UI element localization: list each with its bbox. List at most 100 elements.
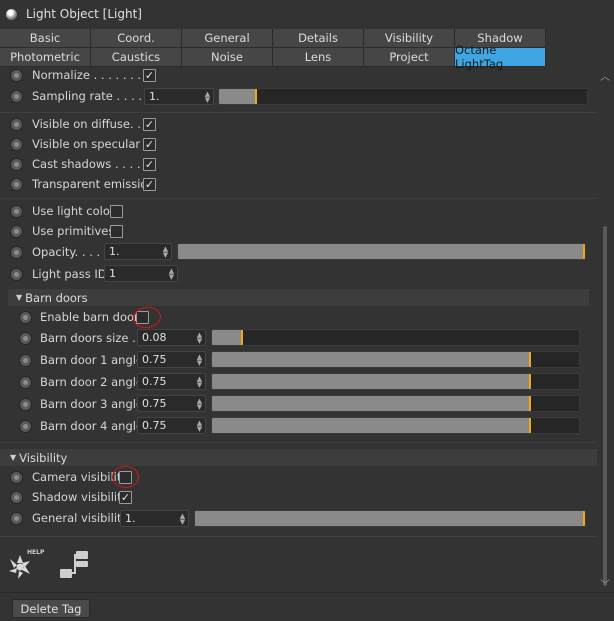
use-primitives-checkbox[interactable]: [110, 225, 123, 238]
cast-shadows-label: Cast shadows . . . . .: [32, 157, 148, 171]
opacity-value: 1.: [109, 245, 120, 258]
barn-door-1-slider-marker: [529, 352, 531, 367]
barn-doors-size-slider[interactable]: [211, 329, 580, 346]
light-pass-id-spinner-icon[interactable]: ▲ ▼: [168, 266, 175, 281]
use-primitives-label: Use primitives: [32, 224, 115, 238]
normalize-keyframe-radio[interactable]: [10, 69, 23, 82]
barn-door-3-spinner-icon[interactable]: ▲ ▼: [196, 396, 203, 411]
opacity-spinner-icon[interactable]: ▲ ▼: [162, 244, 169, 259]
normalize-checkbox[interactable]: ✓: [143, 69, 156, 82]
tab-lens[interactable]: Lens: [273, 48, 364, 67]
barn-door-4-slider-fill: [212, 418, 531, 433]
scrollbar-thumb[interactable]: [603, 226, 607, 586]
tab-general[interactable]: General: [182, 29, 273, 48]
sampling-rate-slider-marker: [255, 89, 257, 104]
light-pass-id-radio[interactable]: [10, 268, 23, 281]
opacity-radio[interactable]: [10, 246, 23, 259]
visible-on-diffuse-checkbox[interactable]: ✓: [143, 118, 156, 131]
barn-door-4-angle-label: Barn door 4 angle: [40, 419, 144, 433]
barn-door-4-slider-marker: [529, 418, 531, 433]
barn-door-2-spinner-icon[interactable]: ▲ ▼: [196, 374, 203, 389]
visible-on-diffuse-radio[interactable]: [10, 118, 23, 131]
window-title: Light Object [Light]: [26, 7, 142, 21]
barn-door-2-angle-radio[interactable]: [19, 376, 32, 389]
sampling-rate-label: Sampling rate . . . . .: [32, 89, 150, 103]
red-annotation-circle: [131, 305, 163, 330]
barn-door-3-angle-slider[interactable]: [211, 395, 580, 412]
opacity-slider-marker: [583, 244, 585, 259]
general-visibility-value: 1.: [125, 512, 136, 525]
barn-door-3-angle-input[interactable]: 0.75 ▲ ▼: [137, 395, 206, 412]
enable-barn-doors-radio[interactable]: [19, 311, 32, 324]
tab-octane-lighttag[interactable]: Octane LightTag: [455, 43, 546, 71]
visible-on-specular-label: Visible on specular .: [32, 137, 148, 151]
barn-door-1-slider-fill: [212, 352, 531, 367]
transparent-emission-radio[interactable]: [10, 178, 23, 191]
barn-door-1-angle-radio[interactable]: [19, 354, 32, 367]
barn-door-4-spinner-icon[interactable]: ▲ ▼: [196, 418, 203, 433]
tab-photometric[interactable]: Photometric: [0, 48, 91, 67]
visible-on-specular-radio[interactable]: [10, 138, 23, 151]
barn-doors-size-input[interactable]: 0.08 ▲ ▼: [137, 329, 206, 346]
shadow-visibility-checkbox[interactable]: ✓: [119, 491, 132, 504]
use-light-color-radio[interactable]: [10, 205, 23, 218]
camera-visibility-radio[interactable]: [10, 471, 23, 484]
barn-door-1-spinner-icon[interactable]: ▲ ▼: [196, 352, 203, 367]
vertical-scrollbar[interactable]: ︿ ﹀: [597, 66, 614, 592]
transparent-emission-checkbox[interactable]: ✓: [143, 178, 156, 191]
sampling-rate-keyframe-radio[interactable]: [10, 90, 23, 103]
barn-door-2-angle-input[interactable]: 0.75 ▲ ▼: [137, 373, 206, 390]
tab-visibility[interactable]: Visibility: [364, 29, 455, 48]
barn-door-4-angle-radio[interactable]: [19, 420, 32, 433]
barn-doors-section-header[interactable]: ▼ Barn doors: [8, 289, 589, 306]
sampling-rate-slider[interactable]: [218, 88, 588, 105]
shadow-visibility-label: Shadow visibility: [32, 490, 129, 504]
use-primitives-radio[interactable]: [10, 225, 23, 238]
visibility-section-header[interactable]: ▼ Visibility: [0, 449, 597, 466]
opacity-slider[interactable]: [177, 243, 586, 260]
tab-noise[interactable]: Noise: [182, 48, 273, 67]
barn-door-2-angle-slider[interactable]: [211, 373, 580, 390]
sampling-rate-spinner-icon[interactable]: ▲ ▼: [204, 89, 211, 104]
cast-shadows-radio[interactable]: [10, 158, 23, 171]
tab-project[interactable]: Project: [364, 48, 455, 67]
barn-door-4-angle-slider[interactable]: [211, 417, 580, 434]
barn-door-3-angle-radio[interactable]: [19, 398, 32, 411]
tab-details[interactable]: Details: [273, 29, 364, 48]
general-visibility-radio[interactable]: [10, 512, 23, 525]
tab-caustics[interactable]: Caustics: [91, 48, 182, 67]
visible-on-diffuse-label: Visible on diffuse. . .: [32, 117, 149, 131]
scroll-up-icon[interactable]: ︿: [600, 68, 610, 83]
barn-door-2-angle-value: 0.75: [142, 375, 167, 388]
delete-tag-button[interactable]: Delete Tag: [12, 599, 90, 618]
barn-door-1-angle-input[interactable]: 0.75 ▲ ▼: [137, 351, 206, 368]
octane-help-icon[interactable]: HELP: [6, 549, 44, 581]
general-visibility-spinner-icon[interactable]: ▲ ▼: [179, 511, 186, 526]
barn-doors-size-slider-fill: [212, 330, 243, 345]
barn-doors-size-spinner-icon[interactable]: ▲ ▼: [196, 330, 203, 345]
light-pass-id-input[interactable]: 1 ▲ ▼: [104, 265, 178, 282]
shadow-visibility-radio[interactable]: [10, 491, 23, 504]
barn-doors-size-label: Barn doors size . .: [40, 331, 144, 345]
general-visibility-label: General visibility: [32, 511, 129, 525]
normalize-label: Normalize . . . . . . . .: [32, 68, 149, 82]
barn-door-1-angle-slider[interactable]: [211, 351, 580, 368]
barn-doors-size-radio[interactable]: [19, 332, 32, 345]
opacity-input[interactable]: 1. ▲ ▼: [104, 243, 172, 260]
transparent-emission-label: Transparent emission: [32, 177, 155, 191]
barn-doors-size-slider-marker: [241, 330, 243, 345]
use-light-color-checkbox[interactable]: [110, 205, 123, 218]
red-annotation-circle: [112, 466, 139, 488]
general-visibility-slider[interactable]: [194, 510, 586, 527]
node-editor-icon[interactable]: [58, 549, 92, 581]
tab-bar: Basic Coord. General Details Visibility …: [0, 29, 546, 71]
sampling-rate-input[interactable]: 1. ▲ ▼: [144, 88, 214, 105]
scroll-down-icon[interactable]: ﹀: [600, 576, 610, 591]
visible-on-specular-checkbox[interactable]: ✓: [143, 138, 156, 151]
barn-door-2-angle-label: Barn door 2 angle: [40, 375, 144, 389]
tab-coord[interactable]: Coord.: [91, 29, 182, 48]
barn-door-4-angle-input[interactable]: 0.75 ▲ ▼: [137, 417, 206, 434]
tab-basic[interactable]: Basic: [0, 29, 91, 48]
general-visibility-input[interactable]: 1. ▲ ▼: [120, 510, 189, 527]
cast-shadows-checkbox[interactable]: ✓: [143, 158, 156, 171]
